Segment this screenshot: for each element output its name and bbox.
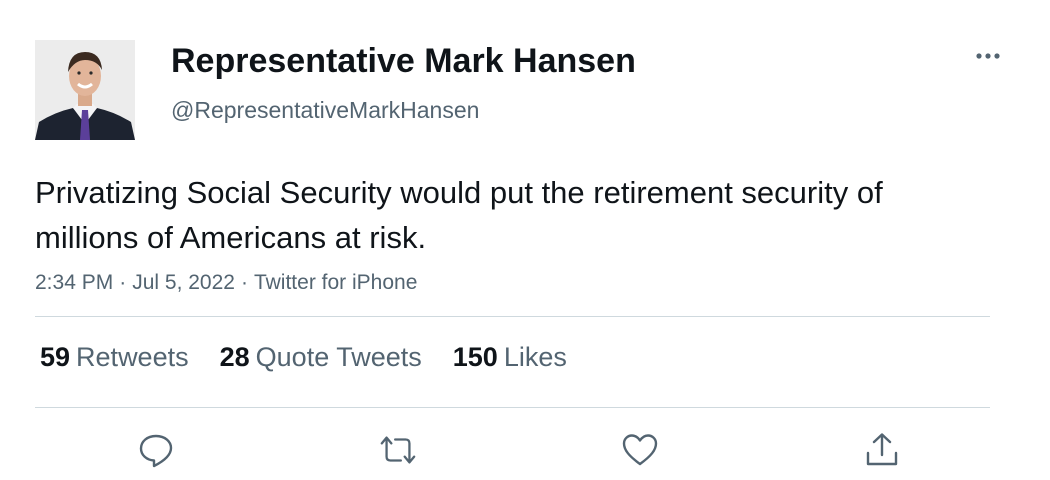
- reply-icon: [139, 434, 173, 468]
- meta-separator: ·: [240, 271, 248, 294]
- tweet-source[interactable]: Twitter for iPhone: [254, 271, 417, 294]
- quotes-label: Quote Tweets: [255, 342, 422, 372]
- retweets-count: 59: [40, 342, 71, 372]
- share-button[interactable]: [862, 430, 902, 470]
- reply-button[interactable]: [136, 430, 176, 470]
- tweet-text: Privatizing Social Security would put th…: [35, 175, 883, 255]
- like-button[interactable]: [620, 430, 660, 470]
- display-name[interactable]: Representative Mark Hansen: [171, 42, 636, 81]
- retweet-icon: [380, 436, 416, 464]
- tweet-metadata: 2:34 PM · Jul 5, 2022 · Twitter for iPhone: [35, 271, 417, 295]
- retweets-stat[interactable]: 59 Retweets: [40, 342, 189, 373]
- tweet-time[interactable]: 2:34 PM: [35, 271, 113, 294]
- quotes-stat[interactable]: 28 Quote Tweets: [220, 342, 422, 373]
- user-handle[interactable]: @RepresentativeMarkHansen: [171, 97, 479, 124]
- heart-icon: [622, 434, 658, 466]
- avatar[interactable]: [35, 40, 135, 140]
- likes-label: Likes: [503, 342, 567, 372]
- engagement-stats: 59 Retweets 28 Quote Tweets 150 Likes: [40, 342, 598, 373]
- more-icon[interactable]: [968, 42, 1008, 70]
- share-icon: [866, 433, 898, 466]
- likes-stat[interactable]: 150 Likes: [453, 342, 567, 373]
- likes-count: 150: [452, 342, 498, 372]
- divider: [35, 316, 990, 317]
- divider: [35, 407, 990, 408]
- quotes-count: 28: [219, 342, 250, 372]
- retweets-label: Retweets: [76, 342, 189, 372]
- tweet-date[interactable]: Jul 5, 2022: [132, 271, 235, 294]
- retweet-button[interactable]: [378, 430, 418, 470]
- tweet-card: Representative Mark Hansen @Representati…: [0, 0, 1050, 480]
- meta-separator: ·: [119, 271, 127, 294]
